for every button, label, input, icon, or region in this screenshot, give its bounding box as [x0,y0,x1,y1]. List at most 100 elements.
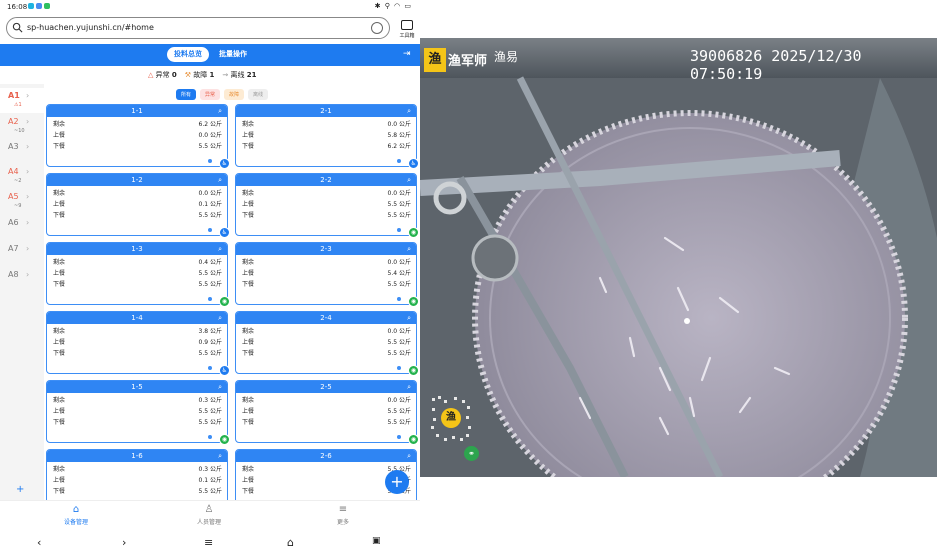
feeder-card[interactable]: 1-3 ⌕ 剩余 0.4 公斤 上餐 5.5 公斤 下餐 5.5 公斤 ◉ [46,242,230,307]
filter-offline[interactable]: 离线 [248,89,269,100]
filter-abnormal[interactable]: 异常 [200,89,221,100]
feeder-id: 1-2 [131,176,143,184]
feeder-status-icon[interactable]: ♿ [408,158,419,169]
feeder-status-icon[interactable]: ♿ [219,365,230,376]
reload-icon[interactable] [371,22,383,34]
feeder-row-label: 剩余 [242,190,255,197]
secondary-logo: 渔易 [494,50,519,64]
tab-feeding-overview[interactable]: 投料总览 [167,47,209,62]
status-summary: △ 异常 0 ⚒ 故障 1 ⇝ 离线 21 [148,70,256,80]
feeder-card[interactable]: 1-6⌕剩余0.3 公斤上餐0.1 公斤下餐5.5 公斤♿ [46,449,228,500]
feeder-row-label: 下餐 [242,419,255,426]
feeder-row-value: 0.3 公斤 [198,466,222,473]
feeder-row-value: 5.5 公斤 [387,212,411,219]
feeder-card[interactable]: 2-1 ⌕ 剩余 0.0 公斤 上餐 5.8 公斤 下餐 6.2 公斤 ♿ [235,104,419,169]
system-nav-bar: ‹ › ≡ ⌂ ▣ [0,532,420,555]
feeder-card[interactable]: 1-5 ⌕ 剩余 0.3 公斤 上餐 5.5 公斤 下餐 5.5 公斤 ◉ [46,380,230,445]
filter-all[interactable]: 所有 [176,89,197,100]
feeder-row-value: 5.5 公斤 [387,201,411,208]
search-icon[interactable]: ⌕ [218,312,222,324]
feeder-row: 下餐 5.5 公斤 [47,277,227,288]
feeder-card-header: 2-6 ⌕ [236,450,416,462]
running-icon[interactable]: ◉ [408,434,419,445]
video-timestamp: 39006826 2025/12/30 07:50:19 [690,47,862,83]
home-icon[interactable]: ⌂ [287,536,294,549]
search-icon[interactable]: ⌕ [218,381,222,393]
sidebar-item-a3[interactable]: A3 › [0,139,44,164]
menu-icon[interactable]: ≡ [204,536,213,549]
search-icon[interactable]: ⌕ [407,450,411,462]
feeder-row: 剩余 0.3 公斤 [47,393,227,404]
feeder-row-label: 下餐 [53,281,66,288]
logout-icon[interactable]: ⇥ [403,49,411,59]
status-time: 16:08 [7,3,28,11]
feeder-card[interactable]: 2-3 ⌕ 剩余 0.0 公斤 上餐 5.4 公斤 下餐 5.5 公斤 ◉ [235,242,419,307]
feeder-row: 剩余 6.2 公斤 [47,117,227,128]
feeder-card[interactable]: 2-4 ⌕ 剩余 0.0 公斤 上餐 5.5 公斤 下餐 5.5 公斤 ◉ [235,311,419,376]
feeder-row-value: 0.0 公斤 [387,190,411,197]
toolbox-button[interactable]: 工具箱 [396,18,418,40]
feeder-card[interactable]: 1-2 ⌕ 剩余 0.0 公斤 上餐 0.1 公斤 下餐 5.5 公斤 ♿ [46,173,230,238]
sidebar-item-a7[interactable]: A7 › [0,241,44,266]
search-icon[interactable]: ⌕ [407,174,411,186]
feeder-row: 剩余 3.8 公斤 [47,324,227,335]
feeder-row: 下餐 5.5 公斤 [47,208,227,219]
search-icon[interactable]: ⌕ [218,174,222,186]
nav-staff-management[interactable]: ♙ 人员管理 [179,504,239,526]
feeder-id: 1-6 [131,452,143,460]
home-icon: ⌂ [72,504,80,515]
feeder-status-icon[interactable]: ♿ [219,227,230,238]
search-icon[interactable]: ⌕ [407,381,411,393]
feeder-row: 上餐 0.9 公斤 [47,335,227,346]
feeder-row-value: 5.5 公斤 [198,419,222,426]
sidebar-item-a6[interactable]: A6 › [0,215,44,240]
fault-summary: ⚒ 故障 1 [184,71,215,79]
add-pond-icon[interactable]: + [16,484,24,495]
feeder-row: 下餐 5.5 公斤 [236,277,416,288]
feeder-card[interactable]: 2-2 ⌕ 剩余 0.0 公斤 上餐 5.5 公斤 下餐 5.5 公斤 ◉ [235,173,419,238]
sidebar-item-a4[interactable]: A4 › ~2 [0,164,44,189]
feeder-status-icon[interactable]: ♿ [219,158,230,169]
search-icon[interactable]: ⌕ [218,450,222,462]
running-icon[interactable]: ◉ [408,365,419,376]
feeder-card[interactable]: 2-5 ⌕ 剩余 0.0 公斤 上餐 5.5 公斤 下餐 5.5 公斤 ◉ [235,380,419,445]
search-icon[interactable]: ⌕ [407,105,411,117]
forward-icon[interactable]: › [122,536,126,549]
camera-video-feed[interactable]: 渔 渔军师 渔易 39006826 2025/12/30 07:50:19 渔 … [420,38,937,477]
add-button[interactable]: + [385,470,409,494]
sidebar-item-a1[interactable]: A1 › ⚠1 [0,88,44,113]
running-icon[interactable]: ◉ [219,296,230,307]
filter-fault[interactable]: 故障 [224,89,245,100]
running-icon[interactable]: ◉ [219,434,230,445]
search-icon[interactable]: ⌕ [407,312,411,324]
header-tabs: 投料总览 批量操作 [167,47,251,62]
status-dot [208,297,212,301]
running-icon[interactable]: ◉ [408,296,419,307]
url-bar[interactable]: sp-huachen.yujunshi.cn/#home [6,17,390,39]
feeder-row: 剩余 0.3 公斤 [47,462,227,473]
sidebar-item-a5[interactable]: A5 › ~9 [0,189,44,214]
feeder-row-label: 剩余 [53,121,66,128]
recent-apps-icon[interactable]: ▣ [372,536,381,546]
feeder-id: 2-2 [320,176,332,184]
running-icon[interactable]: ◉ [408,227,419,238]
link-icon[interactable]: ⚭ [464,446,479,461]
search-icon[interactable]: ⌕ [218,243,222,255]
feeder-row-value: 6.2 公斤 [387,143,411,150]
feeder-row-label: 剩余 [242,121,255,128]
feeder-row-value: 5.5 公斤 [198,281,222,288]
feeder-card[interactable]: 1-1 ⌕ 剩余 6.2 公斤 上餐 0.0 公斤 下餐 5.5 公斤 ♿ [46,104,230,169]
nav-more[interactable]: ≡ 更多 [313,504,373,526]
search-icon[interactable]: ⌕ [407,243,411,255]
feeder-row: 剩余 0.0 公斤 [236,255,416,266]
sidebar-item-a8[interactable]: A8 › [0,267,44,292]
status-dot [208,159,212,163]
tab-batch-operation[interactable]: 批量操作 [215,47,251,62]
feeder-card[interactable]: 1-4 ⌕ 剩余 3.8 公斤 上餐 0.9 公斤 下餐 5.5 公斤 ♿ [46,311,230,376]
feeder-card-header: 1-4 ⌕ [47,312,227,324]
back-icon[interactable]: ‹ [37,536,41,549]
sidebar-item-a2[interactable]: A2 › ~10 [0,114,44,139]
search-icon[interactable]: ⌕ [218,105,222,117]
nav-device-management[interactable]: ⌂ 设备管理 [46,504,106,526]
url-text[interactable]: sp-huachen.yujunshi.cn/#home [27,23,154,32]
